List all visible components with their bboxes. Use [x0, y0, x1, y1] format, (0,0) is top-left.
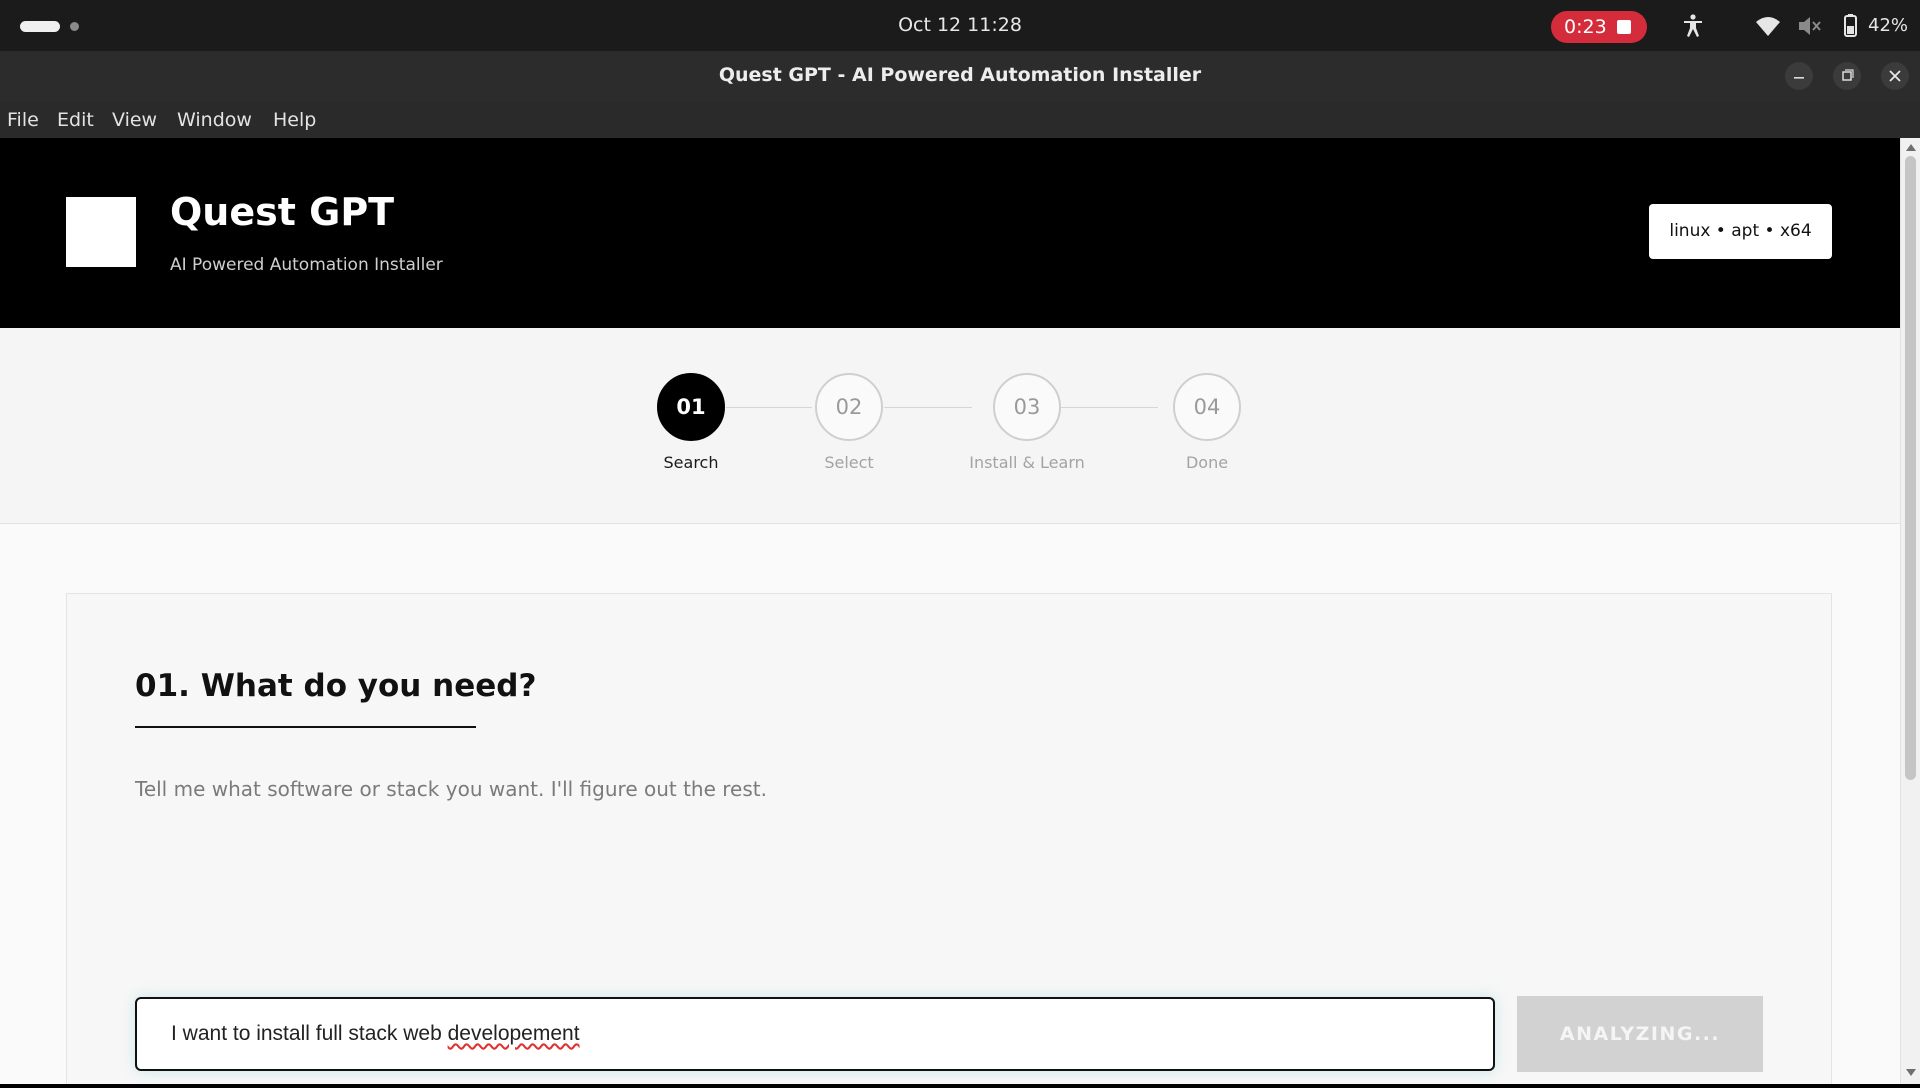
accessibility-icon[interactable]	[1679, 12, 1707, 40]
recording-time: 0:23	[1564, 16, 1607, 38]
maximize-button[interactable]	[1833, 62, 1861, 90]
analyze-button[interactable]: ANALYZING...	[1517, 996, 1763, 1072]
step-4-circle[interactable]: 04	[1173, 373, 1241, 441]
window-titlebar[interactable]: Quest GPT - AI Powered Automation Instal…	[0, 51, 1920, 101]
heading-underline	[135, 726, 476, 728]
step-3-circle[interactable]: 03	[993, 373, 1061, 441]
vertical-scrollbar[interactable]	[1900, 138, 1920, 1084]
battery-percentage: 42%	[1868, 15, 1909, 36]
step-connector	[884, 407, 972, 408]
stepper: 01 02 03 04 Search Select Install & Lear…	[0, 328, 1900, 524]
app-subtitle: AI Powered Automation Installer	[170, 255, 443, 275]
minimize-icon	[1794, 77, 1804, 79]
scroll-up-arrow-icon[interactable]	[1906, 144, 1916, 151]
step-3-label: Install & Learn	[969, 453, 1085, 472]
step-connector	[726, 407, 812, 408]
stop-recording-icon	[1617, 20, 1631, 34]
search-heading: 01. What do you need?	[135, 668, 537, 704]
app-title: Quest GPT	[170, 190, 395, 234]
close-icon	[1889, 70, 1901, 82]
menu-view[interactable]: View	[112, 109, 157, 131]
menu-file[interactable]: File	[7, 109, 39, 131]
menu-bar: File Edit View Window Help	[0, 101, 1920, 138]
step-2-label: Select	[824, 453, 874, 472]
workspace-indicator-active[interactable]	[20, 21, 60, 32]
search-input[interactable]	[135, 997, 1495, 1071]
volume-muted-icon[interactable]	[1795, 12, 1823, 40]
step-4-label: Done	[1185, 453, 1229, 472]
app-header: Quest GPT AI Powered Automation Installe…	[0, 138, 1900, 328]
app-logo	[66, 197, 136, 267]
battery-icon[interactable]	[1836, 12, 1864, 40]
close-button[interactable]	[1881, 62, 1909, 90]
minimize-button[interactable]	[1785, 62, 1813, 90]
scroll-thumb[interactable]	[1905, 156, 1916, 780]
window-title: Quest GPT - AI Powered Automation Instal…	[718, 64, 1202, 86]
screen-recording-indicator[interactable]: 0:23	[1551, 11, 1647, 43]
menu-window[interactable]: Window	[177, 109, 252, 131]
platform-badge: linux • apt • x64	[1649, 204, 1832, 259]
app-content: Quest GPT AI Powered Automation Installe…	[0, 138, 1900, 1084]
search-description: Tell me what software or stack you want.…	[135, 777, 767, 801]
step-2-circle[interactable]: 02	[815, 373, 883, 441]
os-top-bar: Oct 12 11:28 0:23 42%	[0, 0, 1920, 51]
restore-icon	[1842, 69, 1854, 81]
menu-edit[interactable]: Edit	[57, 109, 94, 131]
scroll-down-arrow-icon[interactable]	[1906, 1069, 1916, 1076]
step-1-circle[interactable]: 01	[657, 373, 725, 441]
workspace-indicator[interactable]	[70, 22, 79, 31]
search-card: 01. What do you need? Tell me what softw…	[66, 593, 1832, 1084]
menu-help[interactable]: Help	[273, 109, 316, 131]
wifi-icon[interactable]	[1754, 12, 1782, 40]
